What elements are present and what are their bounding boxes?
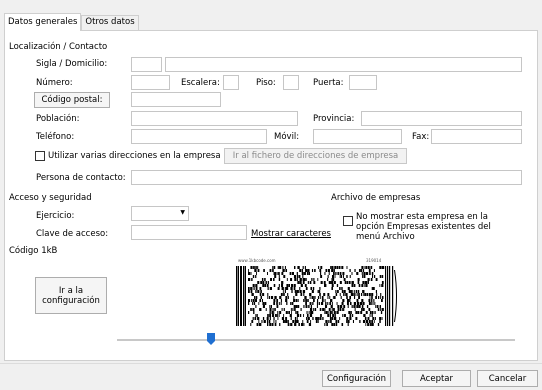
tab-strip: Datos generales Otros datos — [4, 13, 139, 31]
ejercicio-label: Ejercicio: — [36, 211, 75, 221]
ejercicio-select[interactable]: ▼ — [131, 206, 189, 221]
cancelar-button[interactable]: Cancelar — [477, 370, 538, 387]
barcode-url: www.1kbcode.com — [238, 258, 276, 263]
puerta-label: Puerta: — [313, 78, 344, 88]
poblacion-label: Población: — [36, 114, 80, 124]
movil-input[interactable] — [313, 129, 402, 144]
no-mostrar-checkbox[interactable] — [343, 216, 353, 226]
aceptar-button[interactable]: Aceptar — [402, 370, 471, 387]
codigo-postal-input[interactable] — [131, 92, 221, 107]
section-acceso: Acceso y seguridad — [9, 193, 92, 203]
persona-contacto-label: Persona de contacto: — [36, 173, 126, 183]
section-localizacion: Localización / Contacto — [9, 42, 108, 52]
clave-input[interactable] — [131, 225, 247, 240]
numero-input[interactable] — [131, 75, 170, 90]
section-archivo: Archivo de empresas — [331, 193, 421, 203]
domicilio-input[interactable] — [165, 57, 522, 72]
codigo-postal-button[interactable]: Código postal: — [34, 92, 110, 108]
clave-label: Clave de acceso: — [36, 229, 109, 239]
barcode-number: 319014 — [366, 258, 382, 263]
piso-label: Piso: — [256, 78, 276, 88]
poblacion-input[interactable] — [131, 111, 298, 126]
barcode-image: www.1kbcode.com 319014 — [236, 258, 398, 327]
escalera-label: Escalera: — [181, 78, 220, 88]
varias-direcciones-label: Utilizar varias direcciones en la empres… — [48, 151, 221, 161]
slider-thumb[interactable] — [207, 333, 215, 345]
mostrar-caracteres-link[interactable]: Mostrar caracteres — [251, 229, 331, 240]
puerta-input[interactable] — [349, 75, 377, 90]
barcode-pattern — [236, 266, 397, 326]
numero-label: Número: — [36, 78, 73, 88]
provincia-label: Provincia: — [313, 114, 355, 124]
escalera-input[interactable] — [223, 75, 239, 90]
fax-label: Fax: — [412, 132, 430, 142]
configuracion-button[interactable]: Configuración — [322, 370, 391, 387]
section-codigo: Código 1kB — [9, 246, 58, 256]
fichero-direcciones-button[interactable]: Ir al fichero de direcciones de empresa — [224, 148, 407, 164]
ir-configuracion-button[interactable]: Ir a la configuración — [35, 277, 107, 314]
telefono-input[interactable] — [131, 129, 267, 144]
sigla-input[interactable] — [131, 57, 162, 72]
no-mostrar-label: No mostrar esta empresa en la opción Emp… — [356, 212, 491, 242]
varias-direcciones-checkbox[interactable] — [35, 151, 45, 161]
footer-separator — [0, 363, 542, 364]
provincia-input[interactable] — [361, 111, 522, 126]
piso-input[interactable] — [283, 75, 299, 90]
tab-otros-datos[interactable]: Otros datos — [81, 15, 139, 30]
tab-datos-generales[interactable]: Datos generales — [4, 13, 82, 31]
movil-label: Móvil: — [274, 132, 300, 142]
sigla-label: Sigla / Domicilio: — [36, 59, 108, 69]
telefono-label: Teléfono: — [36, 132, 75, 142]
persona-contacto-input[interactable] — [131, 170, 522, 185]
slider-track[interactable] — [117, 339, 515, 341]
chevron-down-icon: ▼ — [180, 209, 185, 216]
fax-input[interactable] — [431, 129, 522, 144]
